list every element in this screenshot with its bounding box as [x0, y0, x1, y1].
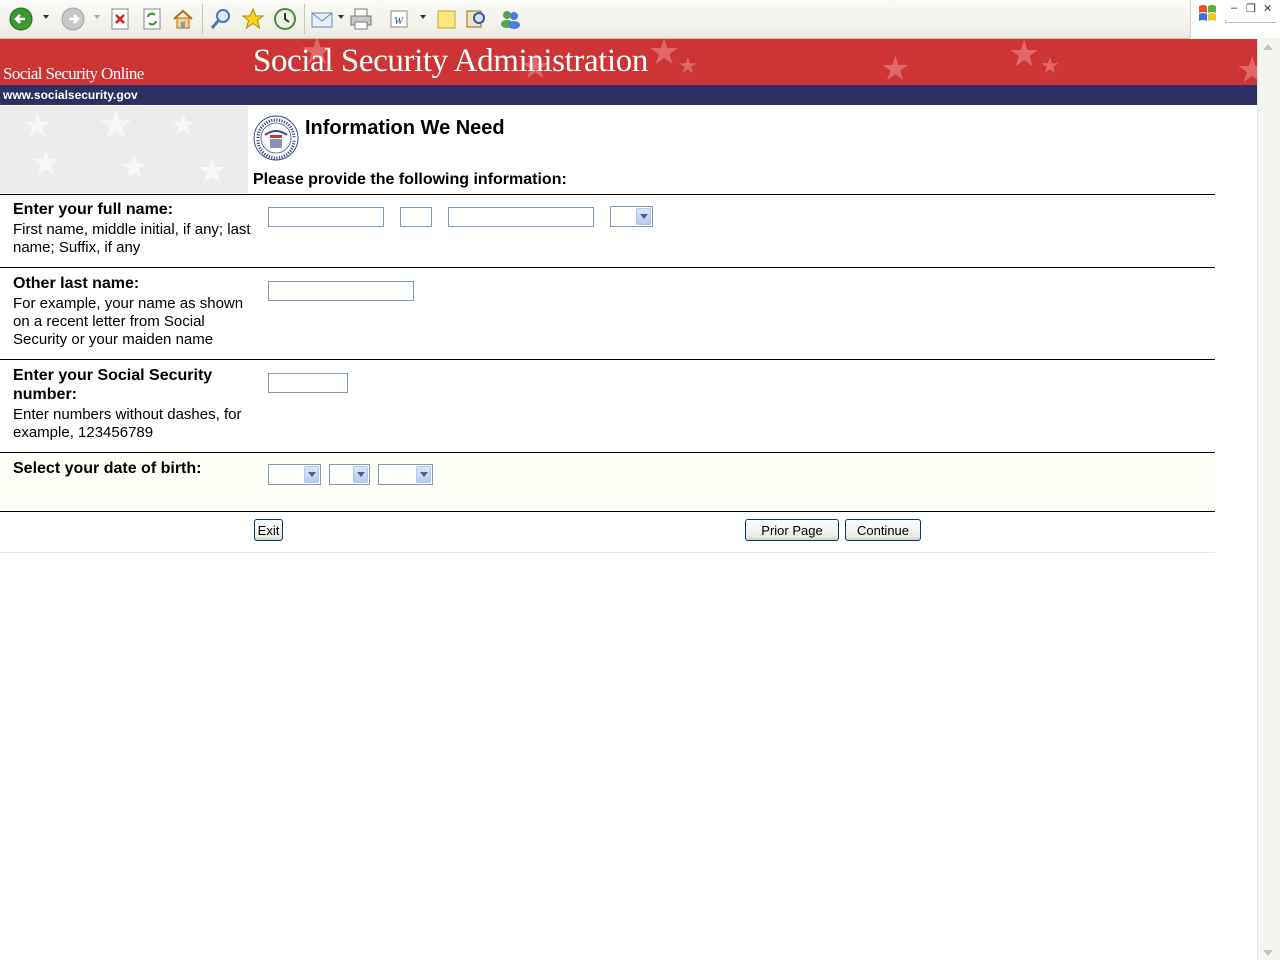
toolbar-separator — [202, 4, 203, 34]
footer-divider — [0, 552, 1215, 553]
url-bar: www.socialsecurity.gov — [0, 85, 1257, 105]
star-decoration-icon: ★ — [1040, 53, 1060, 78]
search-icon[interactable] — [208, 6, 234, 32]
back-icon[interactable] — [8, 6, 34, 32]
row-divider — [0, 511, 1215, 512]
row-divider — [0, 359, 1215, 360]
star-decoration-icon: ★ — [196, 150, 229, 191]
scroll-up-icon[interactable] — [1263, 44, 1273, 50]
row-divider — [0, 267, 1215, 268]
messenger-icon[interactable] — [497, 6, 523, 32]
throbber-area — [1225, 20, 1276, 23]
mail-dropdown-icon[interactable] — [338, 15, 344, 19]
mail-icon[interactable] — [310, 6, 336, 32]
dob-label: Select your date of birth: — [13, 460, 202, 477]
dob-day-select[interactable] — [329, 464, 370, 485]
favorites-icon[interactable] — [240, 6, 266, 32]
full-name-help: First name, middle initial, if any; last… — [13, 221, 251, 256]
back-dropdown-icon[interactable] — [43, 15, 49, 19]
history-icon[interactable] — [272, 6, 298, 32]
chevron-down-icon[interactable] — [304, 466, 319, 483]
ssn-label: Enter your Social Security number: — [13, 367, 213, 403]
star-decoration-icon: ★ — [98, 106, 134, 147]
star-decoration-icon: ★ — [170, 109, 197, 142]
full-name-label: Enter your full name: — [13, 201, 174, 218]
ssn-help: Enter numbers without dashes, for exampl… — [13, 406, 242, 441]
star-decoration-icon: ★ — [678, 53, 698, 78]
edit-icon[interactable]: W — [386, 6, 412, 32]
page-title: Information We Need — [305, 117, 505, 139]
suffix-select[interactable] — [610, 206, 653, 227]
first-name-input[interactable] — [268, 207, 384, 227]
toolbar-separator — [304, 4, 305, 34]
star-decoration-icon: ★ — [648, 39, 681, 72]
edit-dropdown-icon[interactable] — [420, 15, 426, 19]
stop-icon[interactable] — [107, 6, 133, 32]
discuss-icon[interactable] — [433, 6, 459, 32]
refresh-icon[interactable] — [139, 6, 165, 32]
exit-button[interactable]: Exit — [254, 519, 283, 541]
research-icon[interactable] — [463, 6, 489, 32]
continue-button[interactable]: Continue — [845, 519, 921, 541]
instructions-text: Please provide the following information… — [253, 171, 567, 188]
star-decoration-icon: ★ — [1008, 39, 1041, 74]
chevron-down-icon[interactable] — [353, 466, 368, 483]
scroll-down-icon[interactable] — [1263, 950, 1273, 956]
browser-toolbar: W — [0, 0, 1190, 39]
dob-year-select[interactable] — [378, 464, 433, 485]
row-divider — [0, 194, 1215, 195]
windows-logo-icon — [1199, 5, 1216, 21]
other-last-name-label: Other last name: — [13, 275, 140, 292]
star-decoration-icon: ★ — [880, 50, 911, 85]
home-icon[interactable] — [170, 6, 196, 32]
ssa-seal-icon — [253, 115, 299, 161]
star-decoration-icon: ★ — [1236, 49, 1257, 85]
site-url-link[interactable]: www.socialsecurity.gov — [3, 88, 138, 102]
close-button[interactable]: ✕ — [1263, 2, 1272, 15]
prior-page-button[interactable]: Prior Page — [745, 519, 839, 541]
svg-text:W: W — [394, 15, 404, 27]
dob-month-select[interactable] — [268, 464, 321, 485]
forward-dropdown-icon[interactable] — [94, 15, 100, 19]
middle-initial-input[interactable] — [400, 207, 432, 227]
forward-icon[interactable] — [60, 6, 86, 32]
other-last-name-help: For example, your name as shown on a rec… — [13, 295, 244, 348]
star-decoration-icon: ★ — [120, 149, 149, 185]
star-decoration-icon: ★ — [22, 107, 53, 145]
site-name[interactable]: Social Security Online — [3, 64, 144, 84]
ssn-input[interactable] — [268, 373, 348, 393]
vertical-scrollbar[interactable] — [1257, 38, 1280, 960]
other-last-name-input[interactable] — [268, 281, 414, 301]
window-controls: – ❐ ✕ — [1190, 0, 1280, 38]
chevron-down-icon[interactable] — [636, 208, 651, 225]
star-decoration-icon: ★ — [30, 142, 63, 183]
last-name-input[interactable] — [448, 207, 594, 227]
minimize-button[interactable]: – — [1231, 2, 1237, 14]
print-icon[interactable] — [348, 6, 374, 32]
agency-name: Social Security Administration — [253, 43, 648, 79]
chevron-down-icon[interactable] — [416, 466, 431, 483]
star-panel: ★ ★ ★ ★ ★ ★ — [0, 106, 248, 193]
restore-button[interactable]: ❐ — [1246, 2, 1256, 15]
ssa-banner: ★ ★ ★ ★ ★ ★ ★ ★ Social Security Online S… — [0, 39, 1257, 85]
